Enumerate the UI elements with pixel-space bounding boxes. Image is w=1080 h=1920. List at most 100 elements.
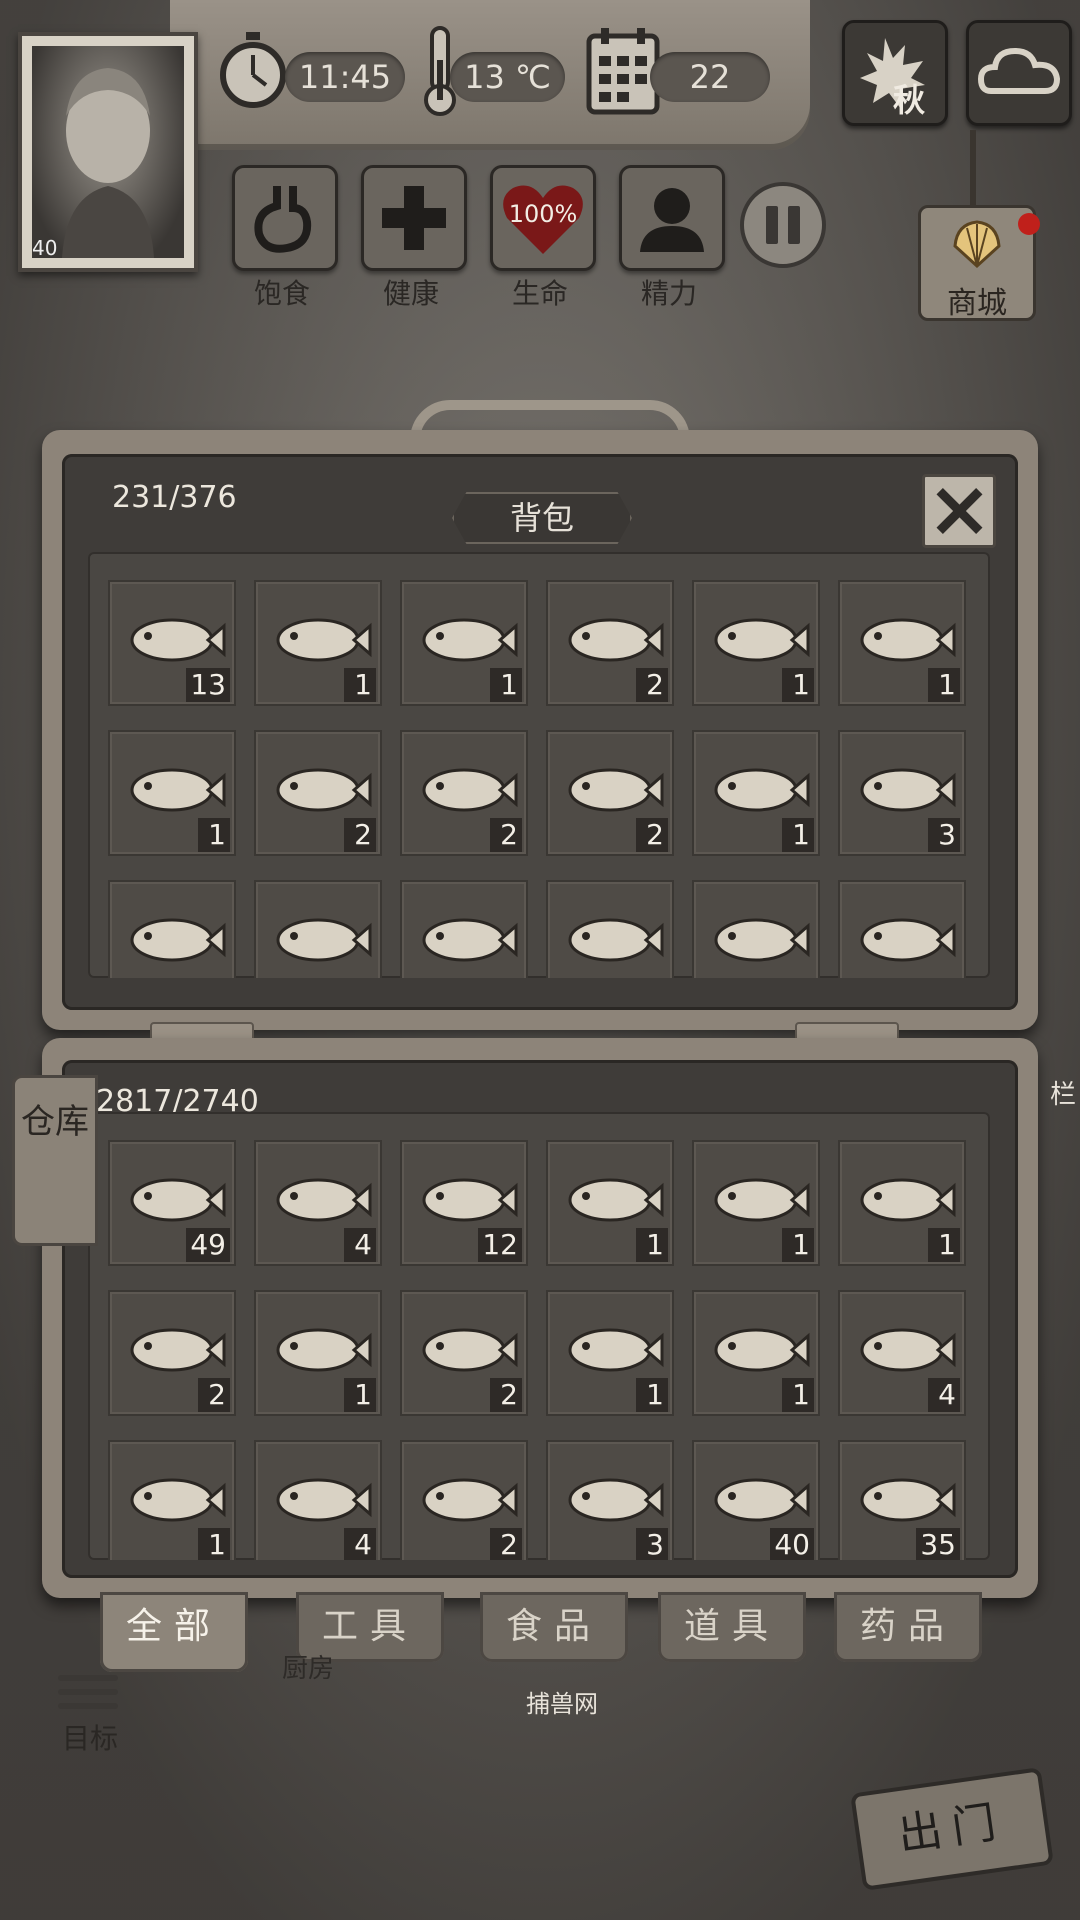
shop-label: 商城 — [947, 286, 1007, 321]
item-slot[interactable]: 4 — [838, 1290, 966, 1416]
item-slot[interactable]: 2 — [108, 1290, 236, 1416]
item-slot[interactable]: 1 — [838, 1140, 966, 1266]
close-button[interactable] — [922, 474, 996, 548]
item-slot[interactable]: 2 — [400, 730, 528, 856]
trap-net-label[interactable]: 捕兽网 — [526, 1684, 598, 1719]
item-slot[interactable]: 1 — [692, 1140, 820, 1266]
item-slot[interactable]: 2 — [254, 730, 382, 856]
item-slot[interactable] — [546, 880, 674, 978]
goal-label: 目标 — [62, 1722, 119, 1755]
energy-label: 精力 — [640, 277, 697, 310]
item-slot[interactable] — [692, 880, 820, 978]
tab-medicine[interactable]: 药品 — [834, 1592, 982, 1662]
item-quantity: 35 — [916, 1528, 960, 1560]
fence-label[interactable]: 栏 — [1050, 1074, 1076, 1111]
season-button[interactable]: 秋 — [842, 20, 948, 126]
tab-props[interactable]: 道具 — [658, 1592, 806, 1662]
item-slot[interactable]: 1 — [692, 730, 820, 856]
item-quantity: 1 — [928, 1228, 960, 1262]
item-quantity: 4 — [344, 1528, 376, 1560]
item-slot[interactable]: 4 — [254, 1440, 382, 1560]
item-slot[interactable]: 3 — [838, 730, 966, 856]
rope-icon — [860, 918, 956, 962]
pause-bar-left — [766, 206, 778, 244]
item-slot[interactable]: 1 — [254, 580, 382, 706]
life-button[interactable]: 100% — [490, 165, 596, 271]
energy-button[interactable] — [619, 165, 725, 271]
item-slot[interactable]: 49 — [108, 1140, 236, 1266]
item-quantity: 13 — [186, 668, 230, 702]
item-quantity: 2 — [198, 1378, 230, 1412]
energy-person-icon — [640, 188, 704, 252]
goal-button[interactable]: 目标 — [58, 1675, 118, 1757]
item-quantity: 1 — [198, 1528, 230, 1560]
tab-food[interactable]: 食品 — [480, 1592, 628, 1662]
temperature-display: 13 ℃ — [450, 52, 565, 102]
item-slot[interactable]: 12 — [400, 1140, 528, 1266]
item-quantity: 4 — [928, 1378, 960, 1412]
item-quantity: 2 — [490, 1378, 522, 1412]
item-quantity: 2 — [344, 818, 376, 852]
item-slot[interactable] — [254, 880, 382, 978]
player-portrait[interactable]: 40 — [18, 32, 198, 272]
grouper-head-icon — [422, 918, 518, 962]
item-quantity: 3 — [636, 1528, 668, 1560]
backpack-grid: 13 1 1 2 1 1 1 2 2 2 1 3 — [88, 552, 990, 978]
item-quantity: 1 — [636, 1378, 668, 1412]
storage-grid: 49 4 12 1 1 1 2 1 2 1 1 4 1 4 2 3 40 35 — [88, 1112, 990, 1560]
item-quantity: 1 — [636, 1228, 668, 1262]
kitchen-label[interactable]: 厨房 — [282, 1648, 334, 1685]
item-slot[interactable]: 3 — [546, 1440, 674, 1560]
satiety-label: 饱食 — [253, 277, 310, 310]
item-quantity: 1 — [344, 668, 376, 702]
time-display: 11:45 — [285, 52, 405, 102]
item-slot[interactable]: 35 — [838, 1440, 966, 1560]
item-slot[interactable]: 2 — [546, 730, 674, 856]
item-slot[interactable]: 1 — [108, 1440, 236, 1560]
item-slot[interactable]: 1 — [692, 1290, 820, 1416]
item-slot[interactable]: 1 — [254, 1290, 382, 1416]
storage-side-tab[interactable]: 仓库 — [12, 1075, 98, 1246]
item-slot[interactable]: 1 — [838, 580, 966, 706]
item-slot[interactable]: 1 — [108, 730, 236, 856]
item-quantity: 1 — [782, 1378, 814, 1412]
item-quantity: 1 — [198, 818, 230, 852]
health-button[interactable] — [361, 165, 467, 271]
pause-button[interactable] — [740, 182, 826, 268]
cloud-icon — [977, 47, 1061, 94]
cod-icon — [714, 918, 810, 962]
needlefish-icon — [276, 918, 372, 962]
health-label: 健康 — [382, 277, 439, 310]
weather-button[interactable] — [966, 20, 1072, 126]
item-slot[interactable] — [838, 880, 966, 978]
backpack-title: 背包 — [452, 492, 632, 544]
item-quantity: 2 — [490, 1528, 522, 1560]
life-label: 生命 — [511, 277, 568, 310]
sardine-icon — [130, 918, 226, 962]
tab-all[interactable]: 全部 — [100, 1592, 248, 1672]
item-slot[interactable]: 2 — [546, 580, 674, 706]
stomach-icon — [254, 186, 312, 253]
day-counter: 22 — [650, 52, 770, 102]
item-slot[interactable]: 13 — [108, 580, 236, 706]
life-value: 100% — [508, 200, 578, 228]
pause-bar-right — [788, 206, 800, 244]
item-slot[interactable]: 2 — [400, 1440, 528, 1560]
item-quantity: 1 — [782, 1228, 814, 1262]
item-quantity: 3 — [928, 818, 960, 852]
item-slot[interactable] — [108, 880, 236, 978]
item-quantity: 1 — [344, 1378, 376, 1412]
item-slot[interactable]: 40 — [692, 1440, 820, 1560]
shell-icon — [953, 220, 1001, 269]
satiety-button[interactable] — [232, 165, 338, 271]
item-slot[interactable] — [400, 880, 528, 978]
item-slot[interactable]: 1 — [692, 580, 820, 706]
item-slot[interactable]: 1 — [546, 1290, 674, 1416]
item-slot[interactable]: 4 — [254, 1140, 382, 1266]
season-label: 秋 — [893, 81, 926, 119]
item-slot[interactable]: 2 — [400, 1290, 528, 1416]
avatar — [32, 46, 184, 258]
item-quantity: 1 — [782, 668, 814, 702]
item-slot[interactable]: 1 — [400, 580, 528, 706]
item-slot[interactable]: 1 — [546, 1140, 674, 1266]
